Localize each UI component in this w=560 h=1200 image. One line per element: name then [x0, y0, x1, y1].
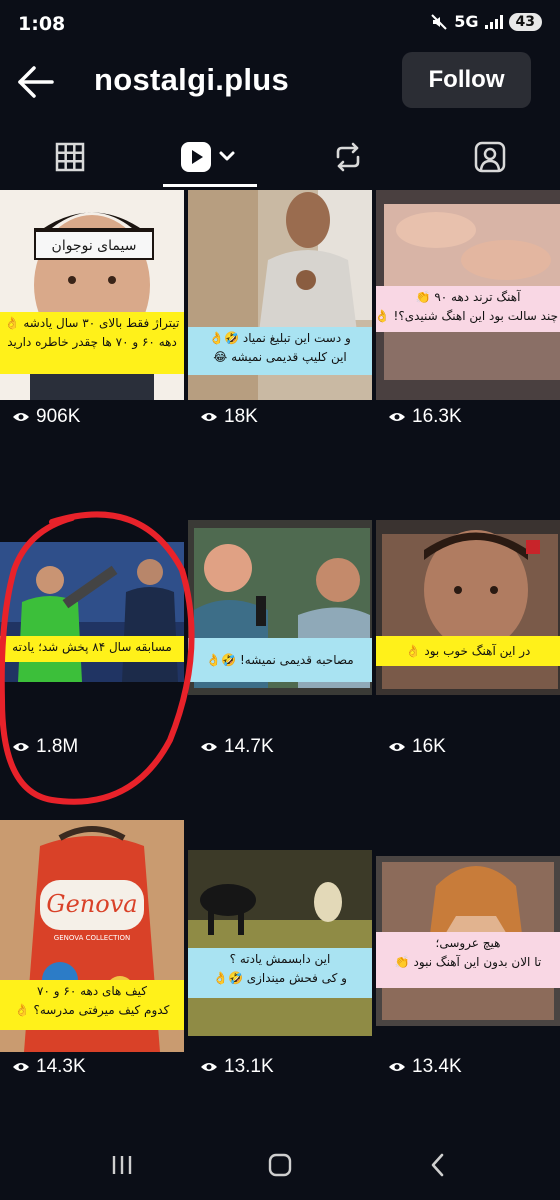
back-arrow-icon[interactable] [14, 62, 56, 102]
reel-caption: این دابسمش یادته ؟ و کی فحش میندازی 🤣👌 [188, 948, 372, 998]
reel-caption: هیچ عروسی؛ تا الان بدون این آهنگ نبود 👏 [376, 932, 560, 988]
tab-reels[interactable] [163, 126, 257, 188]
reel-caption: مصاحبه قدیمی نمیشه! 🤣👌 [188, 638, 372, 682]
headband-text: سیمای نوجوان [52, 238, 137, 254]
bag-sub-text: GENOVA COLLECTION [54, 934, 130, 942]
battery-badge: 43 [508, 12, 542, 31]
view-count: 18K [200, 406, 258, 428]
profile-username: nostalgi.plus [94, 62, 290, 97]
follow-button[interactable]: Follow [402, 52, 531, 108]
annotation-circle [0, 511, 195, 805]
bag-brand-text: Genova [46, 890, 137, 918]
view-count: 13.4K [388, 1056, 462, 1078]
reel-tile[interactable]: هیچ عروسی؛ تا الان بدون این آهنگ نبود 👏 1… [376, 820, 560, 1082]
repost-icon [336, 142, 360, 172]
reel-tile[interactable]: و دست این تبلیغ نمیاد 🤣👌 این کلیپ قدیمی ن… [188, 190, 372, 452]
reel-tile[interactable]: در این آهنگ خوب بود 👌 16K [376, 520, 560, 782]
eye-icon [201, 1063, 217, 1071]
home-button[interactable] [260, 1150, 300, 1180]
recent-apps-icon [112, 1156, 132, 1174]
view-count: 14.7K [200, 736, 274, 758]
active-tab-indicator [163, 184, 257, 187]
home-icon [268, 1153, 292, 1177]
eye-icon [13, 413, 29, 421]
back-button[interactable] [418, 1150, 458, 1180]
profile-header: nostalgi.plus Follow [0, 52, 560, 112]
reel-caption: آهنگ ترند دهه ۹۰ 👏 چند سالت بود این اهنگ … [376, 286, 560, 332]
grid-icon [55, 142, 85, 172]
mute-icon [431, 13, 447, 30]
view-count: 16K [388, 736, 446, 758]
reel-tile[interactable]: Genova GENOVA COLLECTION کیف های دهه ۶۰ … [0, 820, 184, 1082]
recent-apps-button[interactable] [102, 1150, 142, 1180]
network-label: 5G [454, 12, 479, 31]
view-count: 16.3K [388, 406, 462, 428]
signal-icon [484, 14, 503, 29]
eye-icon [389, 743, 405, 751]
eye-icon [201, 413, 217, 421]
eye-icon [389, 1063, 405, 1071]
reel-thumbnail [188, 850, 372, 1036]
tagged-icon [474, 141, 506, 173]
eye-icon [13, 1063, 29, 1071]
system-nav-bar [0, 1130, 560, 1200]
tab-tagged[interactable] [440, 126, 540, 188]
reel-tile[interactable]: مصاحبه قدیمی نمیشه! 🤣👌 14.7K [188, 520, 372, 782]
reel-tile[interactable]: آهنگ ترند دهه ۹۰ 👏 چند سالت بود این اهنگ … [376, 190, 560, 452]
reel-caption: تیتراژ فقط بالای ۳۰ سال یادشه 👌 دهه ۶۰ و … [0, 312, 184, 374]
view-count: 906K [12, 406, 80, 428]
tab-reposts[interactable] [300, 126, 396, 188]
view-count: 13.1K [200, 1056, 274, 1078]
tab-grid[interactable] [22, 126, 118, 188]
reel-thumbnail [376, 520, 560, 695]
status-bar: 1:08 5G 43 [0, 0, 560, 52]
back-icon [431, 1153, 444, 1177]
reel-caption: و دست این تبلیغ نمیاد 🤣👌 این کلیپ قدیمی ن… [188, 327, 372, 375]
reel-caption: کیف های دهه ۶۰ و ۷۰ کدوم کیف میرفتی مدرسه… [0, 980, 184, 1030]
profile-tabs [0, 126, 560, 188]
reels-icon [181, 142, 235, 172]
reel-tile[interactable]: سیمای نوجوان تیتراژ فقط بالای ۳۰ سال یاد… [0, 190, 184, 452]
view-count: 14.3K [12, 1056, 86, 1078]
status-time: 1:08 [18, 13, 66, 35]
eye-icon [389, 413, 405, 421]
reel-caption: در این آهنگ خوب بود 👌 [376, 636, 560, 666]
status-icons: 5G 43 [430, 12, 542, 31]
reel-tile[interactable]: این دابسمش یادته ؟ و کی فحش میندازی 🤣👌 13… [188, 820, 372, 1082]
